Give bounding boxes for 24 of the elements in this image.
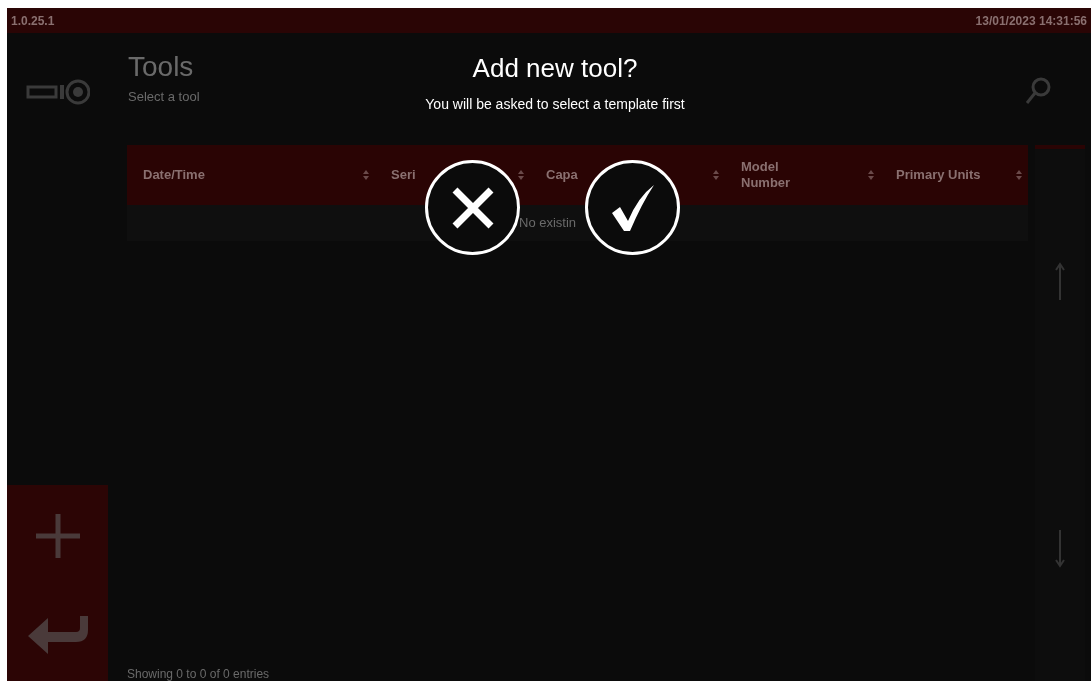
up-arrow-icon[interactable] bbox=[1055, 262, 1065, 302]
page-title: Tools bbox=[128, 51, 195, 83]
down-arrow-icon[interactable] bbox=[1055, 528, 1065, 568]
empty-table-message: No existin bbox=[519, 214, 577, 233]
tool-icon[interactable] bbox=[25, 77, 90, 107]
dialog-title: Add new tool? bbox=[472, 52, 638, 84]
close-icon bbox=[450, 185, 495, 230]
column-header[interactable]: Seri bbox=[391, 167, 416, 183]
column-header[interactable]: Model Number bbox=[741, 159, 831, 191]
column-header[interactable]: Date/Time bbox=[143, 167, 205, 183]
sort-icon bbox=[713, 170, 719, 180]
date-time-label: 13/01/2023 14:31:56 bbox=[975, 12, 1087, 30]
sort-icon bbox=[363, 170, 369, 180]
sort-icon bbox=[518, 170, 524, 180]
checkmark-icon bbox=[609, 182, 656, 233]
column-header[interactable]: Primary Units bbox=[896, 167, 981, 183]
search-icon[interactable] bbox=[1025, 77, 1051, 105]
dialog-message: You will be asked to select a template first bbox=[425, 95, 685, 114]
sort-icon bbox=[868, 170, 874, 180]
page-subtitle: Select a tool bbox=[128, 88, 200, 106]
version-label: 1.0.25.1 bbox=[11, 12, 55, 30]
sort-icon bbox=[1016, 170, 1022, 180]
entries-footer: Showing 0 to 0 of 0 entries bbox=[127, 667, 1028, 681]
column-header[interactable]: Capa bbox=[546, 167, 578, 183]
